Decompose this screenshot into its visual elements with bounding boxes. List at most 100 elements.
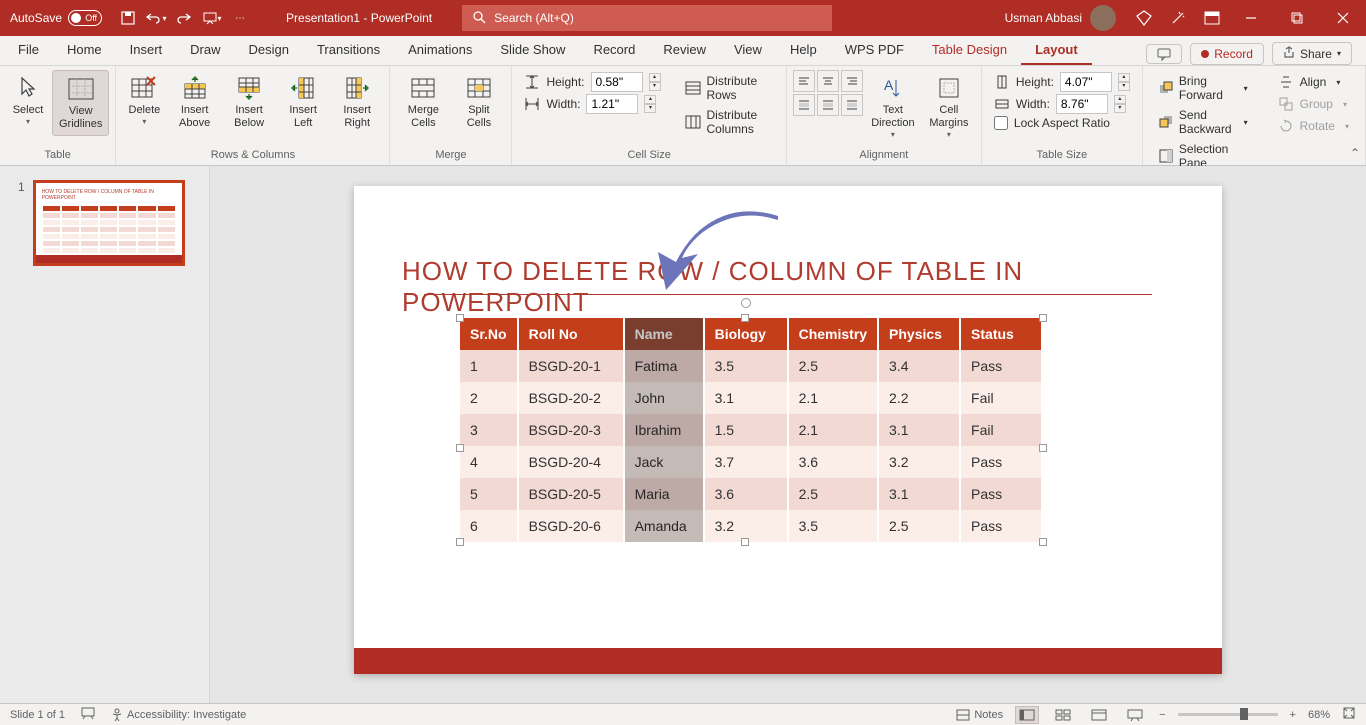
- table-header[interactable]: Name: [624, 318, 704, 350]
- resize-handle-sw[interactable]: [456, 538, 464, 546]
- autosave-toggle[interactable]: AutoSave Off: [0, 10, 112, 26]
- resize-handle-se[interactable]: [1039, 538, 1047, 546]
- table-cell[interactable]: Pass: [960, 350, 1042, 382]
- slide-counter[interactable]: Slide 1 of 1: [10, 709, 65, 721]
- table-header[interactable]: Chemistry: [788, 318, 878, 350]
- rotate-handle[interactable]: [741, 298, 751, 308]
- zoom-level[interactable]: 68%: [1308, 709, 1330, 721]
- table-cell[interactable]: BSGD-20-2: [518, 382, 624, 414]
- curved-arrow-shape[interactable]: [658, 202, 788, 295]
- redo-icon[interactable]: [176, 10, 192, 26]
- table-row[interactable]: 5BSGD-20-5Maria3.62.53.1Pass: [460, 478, 1042, 510]
- qat-customize-icon[interactable]: ⋯: [232, 10, 248, 26]
- table-cell[interactable]: 3.1: [704, 382, 788, 414]
- diamond-icon[interactable]: [1136, 10, 1152, 26]
- undo-icon[interactable]: ▾: [148, 10, 164, 26]
- table-cell[interactable]: 3: [460, 414, 518, 446]
- table-cell[interactable]: 2.5: [788, 478, 878, 510]
- group-button[interactable]: Group▾: [1274, 94, 1353, 114]
- toggle-switch[interactable]: Off: [68, 10, 102, 26]
- table-cell[interactable]: John: [624, 382, 704, 414]
- align-top-left[interactable]: [793, 70, 815, 92]
- table-row[interactable]: 4BSGD-20-4Jack3.73.63.2Pass: [460, 446, 1042, 478]
- table-header[interactable]: Physics: [878, 318, 960, 350]
- align-top-center[interactable]: [817, 70, 839, 92]
- cell-height-spinner[interactable]: ▴▾: [649, 73, 661, 91]
- tab-transitions[interactable]: Transitions: [303, 36, 394, 65]
- normal-view-button[interactable]: [1015, 706, 1039, 724]
- insert-above-button[interactable]: Insert Above: [168, 70, 220, 134]
- record-button[interactable]: Record: [1190, 43, 1264, 65]
- table-cell[interactable]: 2.1: [788, 382, 878, 414]
- table-height-spinner[interactable]: ▴▾: [1118, 73, 1130, 91]
- text-direction-button[interactable]: A Text Direction▾: [865, 70, 921, 144]
- resize-handle-n[interactable]: [741, 314, 749, 322]
- resize-handle-s[interactable]: [741, 538, 749, 546]
- resize-handle-w[interactable]: [456, 444, 464, 452]
- table-header[interactable]: Status: [960, 318, 1042, 350]
- align-middle-center[interactable]: [817, 94, 839, 116]
- collapse-ribbon-icon[interactable]: ⌃: [1350, 146, 1360, 160]
- present-icon[interactable]: ▾: [204, 10, 220, 26]
- lock-aspect-ratio-checkbox[interactable]: Lock Aspect Ratio: [994, 116, 1130, 130]
- maximize-button[interactable]: [1274, 0, 1320, 36]
- split-cells-button[interactable]: Split Cells: [452, 70, 505, 134]
- align-middle-left[interactable]: [793, 94, 815, 116]
- table-cell[interactable]: BSGD-20-6: [518, 510, 624, 542]
- tab-wps-pdf[interactable]: WPS PDF: [831, 36, 918, 65]
- tab-help[interactable]: Help: [776, 36, 831, 65]
- merge-cells-button[interactable]: Merge Cells: [396, 70, 450, 134]
- table-cell[interactable]: 2.5: [788, 350, 878, 382]
- table-cell[interactable]: 2.1: [788, 414, 878, 446]
- table-cell[interactable]: Fatima: [624, 350, 704, 382]
- accessibility-button[interactable]: Accessibility: Investigate: [111, 708, 246, 722]
- tab-layout[interactable]: Layout: [1021, 36, 1092, 65]
- tab-review[interactable]: Review: [649, 36, 720, 65]
- table-row[interactable]: 2BSGD-20-2John3.12.12.2Fail: [460, 382, 1042, 414]
- table-cell[interactable]: 5: [460, 478, 518, 510]
- zoom-out-button[interactable]: −: [1159, 709, 1165, 721]
- table-cell[interactable]: Jack: [624, 446, 704, 478]
- tab-animations[interactable]: Animations: [394, 36, 486, 65]
- distribute-rows-button[interactable]: Distribute Rows: [681, 72, 774, 104]
- tab-record[interactable]: Record: [579, 36, 649, 65]
- table-header[interactable]: Roll No: [518, 318, 624, 350]
- cell-width-input[interactable]: [586, 94, 638, 114]
- align-button[interactable]: Align▾: [1274, 72, 1353, 92]
- notes-button[interactable]: Notes: [956, 709, 1003, 721]
- resize-handle-ne[interactable]: [1039, 314, 1047, 322]
- table-cell[interactable]: BSGD-20-5: [518, 478, 624, 510]
- align-top-right[interactable]: [841, 70, 863, 92]
- table-cell[interactable]: 3.5: [788, 510, 878, 542]
- tab-design[interactable]: Design: [235, 36, 303, 65]
- resize-handle-nw[interactable]: [456, 314, 464, 322]
- resize-handle-e[interactable]: [1039, 444, 1047, 452]
- fit-to-window-button[interactable]: [1342, 706, 1356, 723]
- insert-left-button[interactable]: Insert Left: [277, 70, 329, 134]
- table-cell[interactable]: 2.5: [878, 510, 960, 542]
- table-cell[interactable]: 3.6: [788, 446, 878, 478]
- tab-view[interactable]: View: [720, 36, 776, 65]
- user-account[interactable]: Usman Abbasi: [993, 5, 1128, 31]
- zoom-slider[interactable]: [1178, 713, 1278, 716]
- share-button[interactable]: Share▾: [1272, 42, 1352, 65]
- table-cell[interactable]: Pass: [960, 446, 1042, 478]
- tab-home[interactable]: Home: [53, 36, 116, 65]
- table-row[interactable]: 6BSGD-20-6Amanda3.23.52.5Pass: [460, 510, 1042, 542]
- wand-icon[interactable]: [1170, 10, 1186, 26]
- cell-height-input[interactable]: [591, 72, 643, 92]
- delete-button[interactable]: Delete▾: [122, 70, 166, 131]
- insert-right-button[interactable]: Insert Right: [331, 70, 383, 134]
- rotate-button[interactable]: Rotate▾: [1274, 116, 1353, 136]
- table-cell[interactable]: 3.4: [878, 350, 960, 382]
- slide-thumbnail[interactable]: HOW TO DELETE ROW / COLUMN OF TABLE IN P…: [33, 180, 185, 266]
- table-height-input[interactable]: [1060, 72, 1112, 92]
- table-header[interactable]: Sr.No: [460, 318, 518, 350]
- table-width-input[interactable]: [1056, 94, 1108, 114]
- cell-margins-button[interactable]: Cell Margins▾: [923, 70, 975, 144]
- table-cell[interactable]: 3.1: [878, 478, 960, 510]
- table-cell[interactable]: 3.1: [878, 414, 960, 446]
- slideshow-view-button[interactable]: [1123, 706, 1147, 724]
- cell-width-spinner[interactable]: ▴▾: [644, 95, 656, 113]
- tab-slide-show[interactable]: Slide Show: [486, 36, 579, 65]
